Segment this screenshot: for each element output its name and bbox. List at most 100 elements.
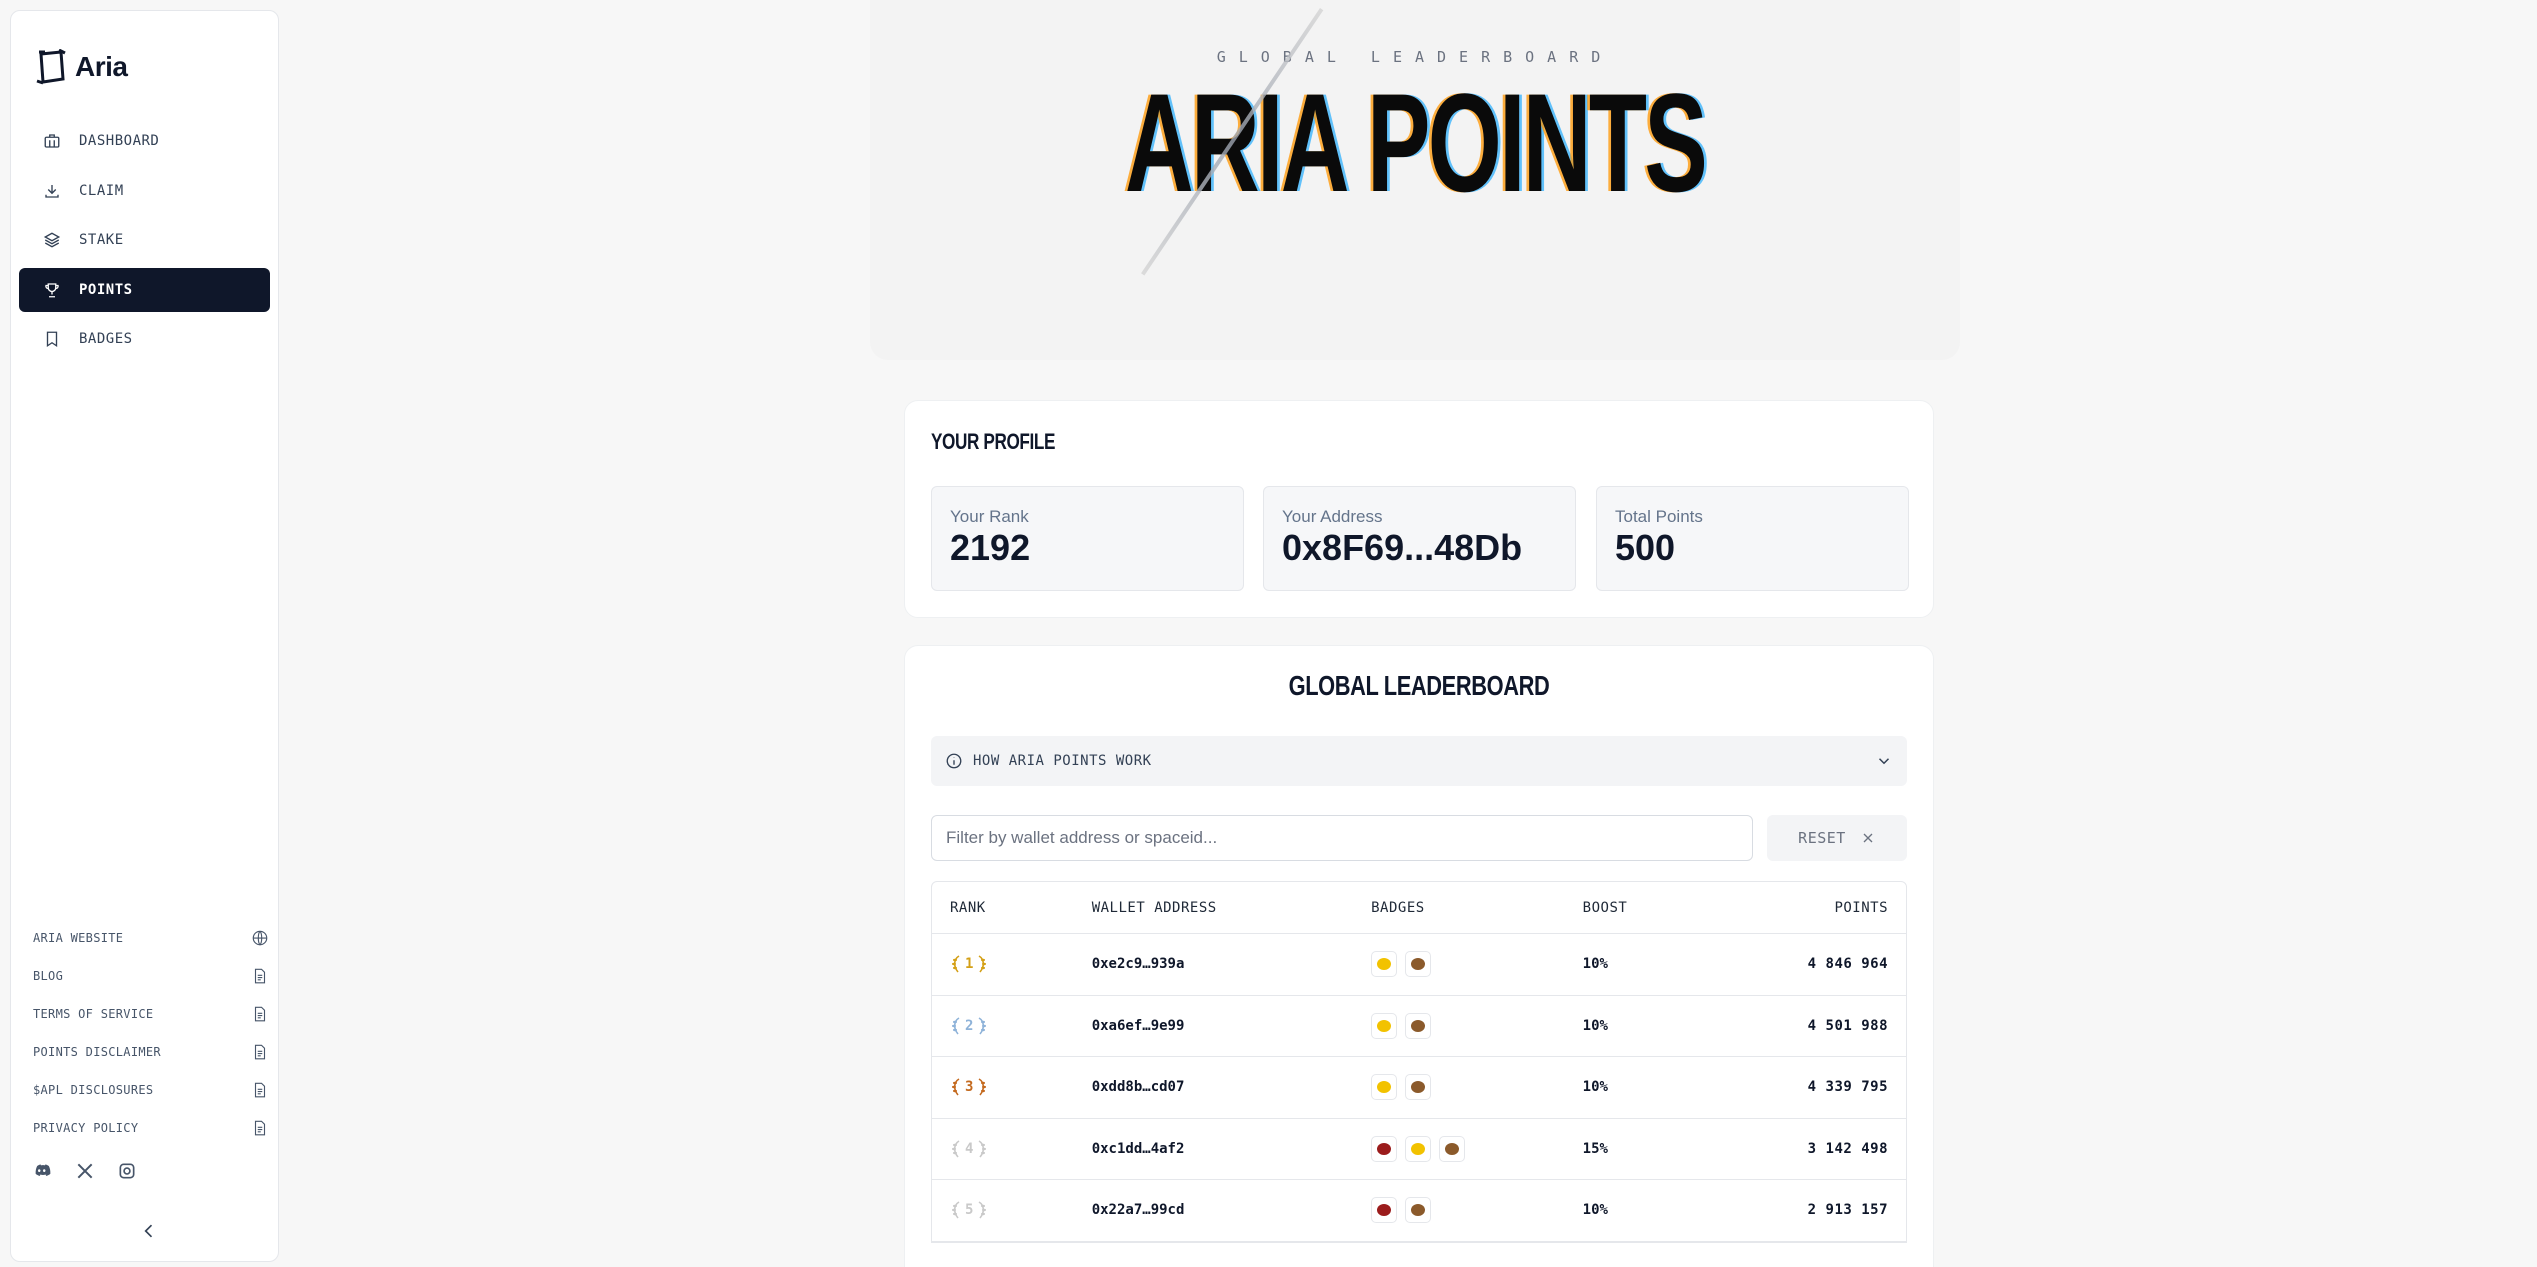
info-icon: [946, 753, 962, 769]
badge-icon[interactable]: [1371, 1135, 1398, 1162]
reset-label: RESET: [1798, 829, 1846, 847]
boost-value: 15%: [1582, 1140, 1608, 1157]
leaderboard-table: RANK WALLET ADDRESS BADGES BOOST POINTS …: [931, 881, 1907, 1243]
nav-item-claim[interactable]: CLAIM: [19, 169, 270, 213]
nav-item-stake[interactable]: STAKE: [19, 218, 270, 262]
document-icon: [254, 1082, 266, 1098]
link-terms-of-service[interactable]: TERMS OF SERVICE: [33, 995, 269, 1033]
aria-logo-icon: [36, 49, 66, 85]
social-links: [33, 1161, 137, 1181]
wallet-address[interactable]: 0xdd8b…cd07: [1092, 1079, 1371, 1095]
globe-icon: [252, 930, 268, 946]
badge-icon[interactable]: [1371, 1074, 1398, 1101]
rank-label: Your Rank: [950, 507, 1029, 526]
laurel-icon: [952, 955, 960, 973]
badge-icon[interactable]: [1405, 1012, 1432, 1039]
brand-name: Aria: [75, 51, 128, 82]
chevron-down-icon: [1878, 758, 1890, 765]
badge-icon[interactable]: [1371, 1012, 1398, 1039]
leaderboard-card: GLOBAL LEADERBOARD HOW ARIA POINTS WORK …: [904, 645, 1934, 1267]
wallet-address[interactable]: 0x22a7…99cd: [1092, 1202, 1371, 1218]
link-label: TERMS OF SERVICE: [33, 1007, 154, 1021]
link-label: $APL DISCLOSURES: [33, 1083, 154, 1097]
table-row[interactable]: 2 0xa6ef…9e99 10% 4 501 988: [932, 996, 1906, 1057]
boost-value: 10%: [1582, 1079, 1608, 1096]
address-value: 0x8F69...48Db: [1282, 527, 1523, 568]
table-row[interactable]: 4 0xc1dd…4af2 15% 3 142 498: [932, 1119, 1906, 1180]
laurel-icon: [952, 1140, 960, 1158]
rank-cell: 3: [932, 1077, 1092, 1097]
points-stat: Total Points 500: [1596, 486, 1909, 591]
accordion-label: HOW ARIA POINTS WORK: [973, 753, 1152, 769]
col-wallet[interactable]: WALLET ADDRESS: [1092, 900, 1371, 916]
link-label: ARIA WEBSITE: [33, 931, 124, 945]
main-nav: DASHBOARD CLAIM STAKE POINTS BADGES: [19, 119, 270, 367]
rank-number: 3: [965, 1079, 974, 1096]
boost-value: 10%: [1582, 1017, 1608, 1034]
table-row[interactable]: 5 0x22a7…99cd 10% 2 913 157: [932, 1180, 1906, 1242]
wallet-address[interactable]: 0xa6ef…9e99: [1092, 1018, 1371, 1034]
nav-item-points[interactable]: POINTS: [19, 267, 270, 312]
table-row[interactable]: 1 0xe2c9…939a 10% 4 846 964: [932, 934, 1906, 996]
profile-title: YOUR PROFILE: [931, 429, 1056, 454]
document-icon: [254, 1006, 266, 1022]
col-badges[interactable]: BADGES: [1371, 900, 1583, 916]
boost-value: 10%: [1582, 956, 1608, 973]
boost-value: 10%: [1582, 1202, 1608, 1219]
brand-logo[interactable]: Aria: [33, 37, 128, 97]
col-points[interactable]: POINTS: [1732, 900, 1906, 916]
points-value: 4 501 988: [1807, 1017, 1889, 1034]
wallet-address[interactable]: 0xe2c9…939a: [1092, 956, 1371, 972]
link-label: BLOG: [33, 969, 64, 983]
briefcase-icon: [44, 134, 60, 148]
collapse-sidebar-icon[interactable]: [139, 1221, 159, 1241]
bookmark-icon: [46, 331, 58, 348]
nav-label: CLAIM: [79, 182, 124, 199]
filter-input[interactable]: [931, 815, 1753, 861]
badge-icon[interactable]: [1405, 1135, 1432, 1162]
rank-cell: 5: [932, 1200, 1092, 1220]
sidebar: Aria DASHBOARD CLAIM STAKE POINTS BADGES…: [10, 10, 279, 1262]
badges-cell: [1371, 1135, 1583, 1162]
document-icon: [254, 1120, 266, 1136]
wallet-address[interactable]: 0xc1dd…4af2: [1092, 1141, 1371, 1157]
reset-button[interactable]: RESET: [1767, 815, 1907, 861]
badge-icon[interactable]: [1371, 951, 1398, 978]
badges-cell: [1371, 1074, 1583, 1101]
badge-icon[interactable]: [1405, 1074, 1432, 1101]
link-privacy-policy[interactable]: PRIVACY POLICY: [33, 1109, 269, 1147]
hero-title: ARIA POINTS: [1124, 64, 1708, 221]
badge-icon[interactable]: [1371, 1197, 1398, 1224]
instagram-icon[interactable]: [117, 1161, 137, 1181]
discord-icon[interactable]: [33, 1161, 53, 1181]
link-blog[interactable]: BLOG: [33, 957, 269, 995]
rank-number: 2: [965, 1017, 974, 1034]
badge-icon[interactable]: [1405, 1197, 1432, 1224]
badge-icon[interactable]: [1405, 951, 1432, 978]
badge-icon[interactable]: [1439, 1135, 1466, 1162]
nav-label: POINTS: [79, 281, 133, 298]
footer-links: ARIA WEBSITE BLOG TERMS OF SERVICE POINT…: [33, 919, 269, 1147]
col-rank[interactable]: RANK: [932, 900, 1092, 916]
rank-cell: 1: [932, 954, 1092, 974]
x-icon[interactable]: [75, 1161, 95, 1181]
col-boost[interactable]: BOOST: [1583, 900, 1733, 916]
link-points-disclaimer[interactable]: POINTS DISCLAIMER: [33, 1033, 269, 1071]
laurel-icon: [978, 1140, 987, 1158]
nav-label: STAKE: [79, 232, 124, 248]
table-row[interactable]: 3 0xdd8b…cd07 10% 4 339 795: [932, 1057, 1906, 1119]
document-icon: [254, 968, 266, 984]
rank-number: 1: [965, 956, 974, 973]
how-points-work-accordion[interactable]: HOW ARIA POINTS WORK: [931, 736, 1907, 786]
badges-cell: [1371, 1012, 1583, 1039]
table-body: 1 0xe2c9…939a 10% 4 846 964 2 0xa6ef…9e9…: [932, 934, 1906, 1242]
points-value: 3 142 498: [1807, 1140, 1889, 1157]
link-aria-website[interactable]: ARIA WEBSITE: [33, 919, 269, 957]
address-label: Your Address: [1282, 507, 1383, 526]
hero-banner: GLOBAL LEADERBOARD ARIA POINTS: [870, 0, 1960, 360]
nav-item-dashboard[interactable]: DASHBOARD: [19, 119, 270, 163]
nav-item-badges[interactable]: BADGES: [19, 317, 270, 361]
link-apl-disclosures[interactable]: $APL DISCLOSURES: [33, 1071, 269, 1109]
trophy-icon: [45, 282, 59, 297]
table-header: RANK WALLET ADDRESS BADGES BOOST POINTS: [932, 882, 1906, 934]
